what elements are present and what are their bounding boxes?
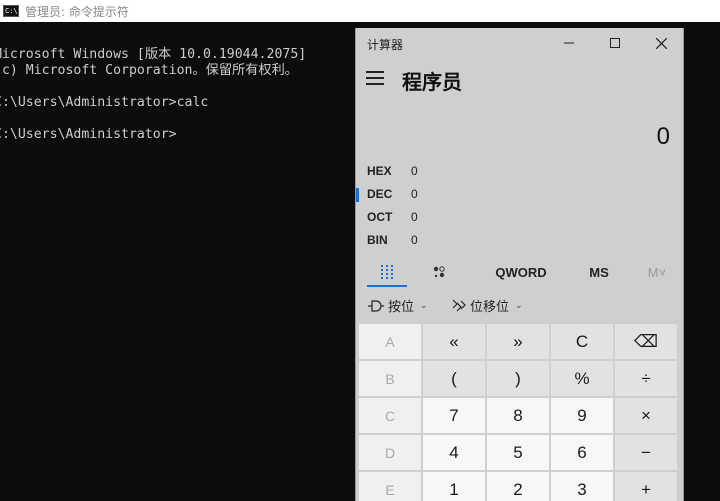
bit-flip-icon	[433, 265, 445, 277]
minimize-button[interactable]	[546, 28, 592, 58]
bitwise-dropdown[interactable]: 按位 ⌄	[368, 296, 428, 315]
digit-key-1[interactable]: 1	[423, 472, 485, 501]
digit-key-9[interactable]: 9	[551, 398, 613, 433]
full-keypad-tab[interactable]	[359, 257, 414, 287]
console-line: C:\Users\Administrator>calc	[0, 95, 209, 110]
bitwise-label: 按位	[388, 299, 415, 314]
left-shift-key[interactable]: «	[423, 324, 485, 359]
radix-value: 0	[411, 164, 418, 178]
minimize-icon	[564, 42, 574, 44]
console-line: (c) Microsoft Corporation。保留所有权利。	[0, 63, 298, 78]
word-size-button[interactable]: QWORD	[477, 257, 565, 287]
maximize-button[interactable]	[592, 28, 638, 58]
bit-toggling-keypad-tab[interactable]	[414, 257, 464, 287]
cmd-window-title: 管理员: 命令提示符	[25, 4, 129, 19]
console-prompt-line: C:\Users\Administrator>	[0, 127, 177, 142]
digit-key-5[interactable]: 5	[487, 435, 549, 470]
memory-dropdown-button[interactable]: M˅	[637, 257, 677, 287]
logic-gate-icon	[368, 299, 384, 312]
bit-shift-icon	[452, 299, 466, 311]
digit-key-4[interactable]: 4	[423, 435, 485, 470]
radix-oct[interactable]: OCT 0	[356, 207, 683, 229]
radix-hex[interactable]: HEX 0	[356, 161, 683, 183]
digit-key-2[interactable]: 2	[487, 472, 549, 501]
close-button[interactable]	[638, 28, 683, 58]
bitwise-row: 按位 ⌄ 位移位 ⌄	[356, 292, 683, 320]
calculator-keypad: A «» C ⌫ B()% ÷ C 7 8 9 × D 4 5 6− E 1 2 3 +	[359, 324, 679, 501]
console-line: Microsoft Windows [版本 10.0.19044.2075]	[0, 47, 307, 62]
close-icon	[655, 37, 667, 49]
subtract-key[interactable]: −	[615, 435, 677, 470]
multiply-key[interactable]: ×	[615, 398, 677, 433]
console-output: Microsoft Windows [版本 10.0.19044.2075] (c…	[0, 47, 306, 143]
calculator-window-title: 计算器	[367, 38, 404, 52]
digit-key-8[interactable]: 8	[487, 398, 549, 433]
active-tab-underline	[367, 285, 407, 287]
result-display: 0	[656, 123, 670, 150]
radix-label: DEC	[367, 187, 393, 201]
cmd-app-icon	[3, 5, 19, 17]
hex-key-d[interactable]: D	[359, 435, 421, 470]
calculator-window: 计算器 程序员 0 HEX 0 DEC 0 OCT 0 BIN 0 QWORD …	[355, 28, 684, 501]
digit-key-3[interactable]: 3	[551, 472, 613, 501]
chevron-down-icon: ⌄	[515, 300, 523, 310]
radix-bin[interactable]: BIN 0	[356, 230, 683, 252]
open-paren-key[interactable]: (	[423, 361, 485, 396]
maximize-icon	[610, 38, 620, 48]
radix-value: 0	[411, 187, 418, 201]
digit-key-7[interactable]: 7	[423, 398, 485, 433]
divide-key[interactable]: ÷	[615, 361, 677, 396]
modulo-key[interactable]: %	[551, 361, 613, 396]
bit-shift-dropdown[interactable]: 位移位 ⌄	[452, 296, 523, 315]
radix-dec[interactable]: DEC 0	[356, 184, 683, 206]
radix-label: BIN	[367, 233, 388, 247]
memory-store-button[interactable]: MS	[575, 257, 623, 287]
add-key[interactable]: +	[615, 472, 677, 501]
right-shift-key[interactable]: »	[487, 324, 549, 359]
radix-value: 0	[411, 233, 418, 247]
menu-hamburger-icon[interactable]	[366, 71, 384, 85]
clear-key[interactable]: C	[551, 324, 613, 359]
bit-shift-label: 位移位	[470, 299, 510, 314]
calculator-mode-title: 程序员	[402, 70, 462, 94]
hex-key-b[interactable]: B	[359, 361, 421, 396]
radix-label: HEX	[367, 164, 392, 178]
keypad-grid-icon	[380, 265, 393, 279]
radix-label: OCT	[367, 210, 393, 224]
backspace-key[interactable]: ⌫	[615, 324, 677, 359]
hex-key-a[interactable]: A	[359, 324, 421, 359]
digit-key-6[interactable]: 6	[551, 435, 613, 470]
cmd-titlebar[interactable]: 管理员: 命令提示符	[0, 0, 720, 22]
radix-value: 0	[411, 210, 418, 224]
calculator-toolbar: QWORD MS M˅	[359, 257, 678, 287]
close-paren-key[interactable]: )	[487, 361, 549, 396]
chevron-down-icon: ⌄	[420, 300, 428, 310]
hex-key-c[interactable]: C	[359, 398, 421, 433]
selected-indicator	[356, 188, 359, 202]
calculator-titlebar[interactable]: 计算器	[356, 28, 683, 58]
hex-key-e[interactable]: E	[359, 472, 421, 501]
